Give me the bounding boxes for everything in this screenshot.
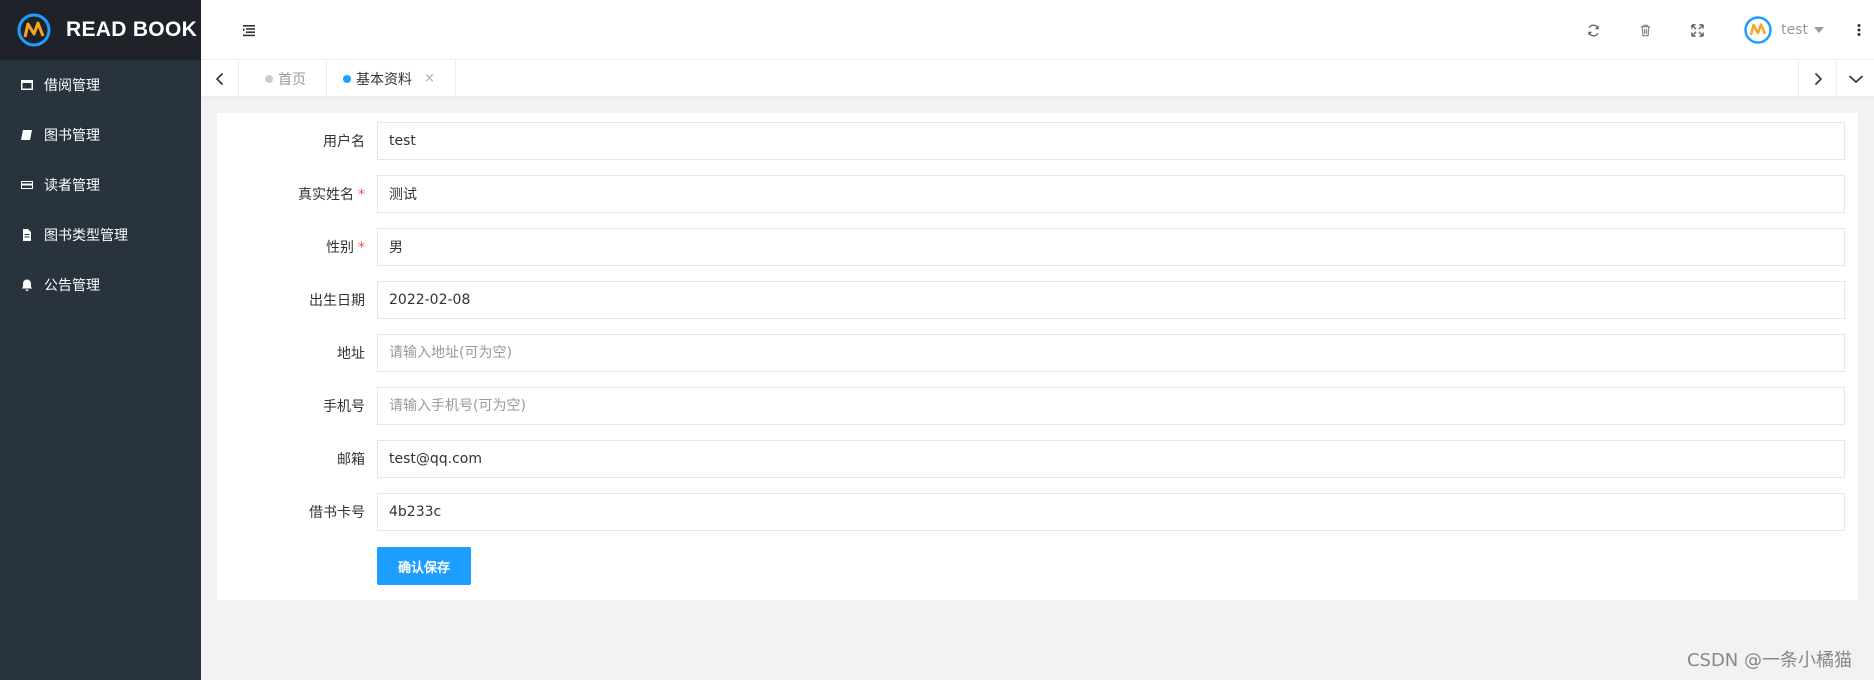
user-name: test	[1781, 22, 1808, 38]
phone-label: 手机号	[323, 399, 365, 415]
username-label: 用户名	[323, 134, 365, 150]
sidebar-item-label: 公告管理	[44, 278, 100, 294]
more-button[interactable]	[1844, 0, 1874, 60]
clear-cache-button[interactable]	[1619, 0, 1671, 60]
tab-menu-button[interactable]	[1836, 60, 1874, 97]
card-no-label: 借书卡号	[309, 505, 365, 521]
phone-field[interactable]	[377, 387, 1845, 425]
tab-scroll-right-button[interactable]	[1798, 60, 1836, 97]
birthday-field[interactable]	[377, 281, 1845, 319]
chevron-down-icon	[1848, 74, 1863, 83]
sidebar-item-label: 借阅管理	[44, 78, 100, 94]
trash-icon	[1640, 24, 1650, 36]
save-button[interactable]: 确认保存	[377, 547, 471, 585]
more-icon	[1857, 24, 1861, 36]
sidebar-item-book-types[interactable]: 图书类型管理	[0, 210, 201, 260]
tab-home[interactable]: 首页	[239, 60, 327, 97]
watermark: CSDN @一条小橘猫	[1686, 650, 1852, 671]
bell-icon	[20, 278, 34, 292]
chevron-left-icon	[215, 72, 223, 85]
fullscreen-icon	[1690, 23, 1704, 37]
window-icon	[20, 78, 34, 92]
fullscreen-button[interactable]	[1671, 0, 1723, 60]
credit-card-icon	[20, 178, 34, 192]
required-mark: *	[358, 240, 365, 256]
sidebar-item-readers[interactable]: 读者管理	[0, 160, 201, 210]
email-label: 邮箱	[337, 452, 365, 468]
form-row-username: 用户名	[217, 122, 1858, 162]
tab-list: 首页 基本资料 ×	[239, 60, 456, 97]
username-field[interactable]	[377, 122, 1845, 160]
form-row-birthday: 出生日期	[217, 281, 1858, 321]
book-icon	[20, 128, 34, 142]
avatar	[1744, 16, 1772, 44]
tab-dot	[265, 74, 273, 83]
user-menu[interactable]: test	[1743, 0, 1838, 60]
realname-field[interactable]	[377, 175, 1845, 213]
sidebar-item-borrow[interactable]: 借阅管理	[0, 60, 201, 110]
card-no-field[interactable]	[377, 493, 1845, 531]
tab-dot	[343, 74, 351, 83]
form-row-realname: 真实姓名 *	[217, 175, 1858, 215]
address-field[interactable]	[377, 334, 1845, 372]
address-label: 地址	[337, 346, 365, 362]
logo[interactable]: READ BOOK	[0, 0, 201, 60]
logo-icon	[17, 13, 51, 47]
chevron-right-icon	[1814, 72, 1822, 85]
tab-bar: 首页 基本资料 ×	[201, 60, 1874, 97]
form-row-email: 邮箱	[217, 440, 1858, 480]
tab-label: 基本资料	[356, 71, 412, 88]
logo-title: READ BOOK	[66, 18, 198, 41]
sidebar-item-label: 读者管理	[44, 178, 100, 194]
top-header: test	[201, 0, 1874, 60]
sidebar-item-books[interactable]: 图书管理	[0, 110, 201, 160]
refresh-button[interactable]	[1567, 0, 1619, 60]
caret-down-icon	[1814, 27, 1824, 33]
sidebar-menu: 借阅管理 图书管理 读者管理 图书类型管理 公告管理	[0, 60, 201, 310]
tab-scroll-left-button[interactable]	[201, 60, 239, 97]
sidebar-item-notices[interactable]: 公告管理	[0, 260, 201, 310]
gender-label: 性别 *	[326, 240, 365, 256]
form-row-address: 地址	[217, 334, 1858, 374]
menu-toggle-icon[interactable]	[241, 22, 257, 38]
header-toolbar: test	[1567, 0, 1874, 60]
form-row-gender: 性别 *	[217, 228, 1858, 268]
tab-label: 首页	[278, 71, 306, 88]
sidebar-item-label: 图书管理	[44, 128, 100, 144]
sidebar: READ BOOK 借阅管理 图书管理 读者管理 图书类型管理 公告管理	[0, 0, 201, 680]
birthday-label: 出生日期	[309, 293, 365, 309]
email-field[interactable]	[377, 440, 1845, 478]
form-row-phone: 手机号	[217, 387, 1858, 427]
file-icon	[20, 228, 34, 242]
gender-field[interactable]	[377, 228, 1845, 266]
close-icon[interactable]: ×	[424, 71, 435, 86]
refresh-icon	[1587, 24, 1599, 36]
tab-basic-info[interactable]: 基本资料 ×	[327, 60, 456, 97]
form-row-card-no: 借书卡号	[217, 493, 1858, 533]
profile-form-card: 用户名 真实姓名* 性别* 出生日期 地址 手机号 邮箱 借书卡号 确认保存	[217, 113, 1858, 600]
realname-label: 真实姓名 *	[298, 187, 365, 203]
sidebar-item-label: 图书类型管理	[44, 228, 128, 244]
required-mark: *	[358, 187, 365, 203]
